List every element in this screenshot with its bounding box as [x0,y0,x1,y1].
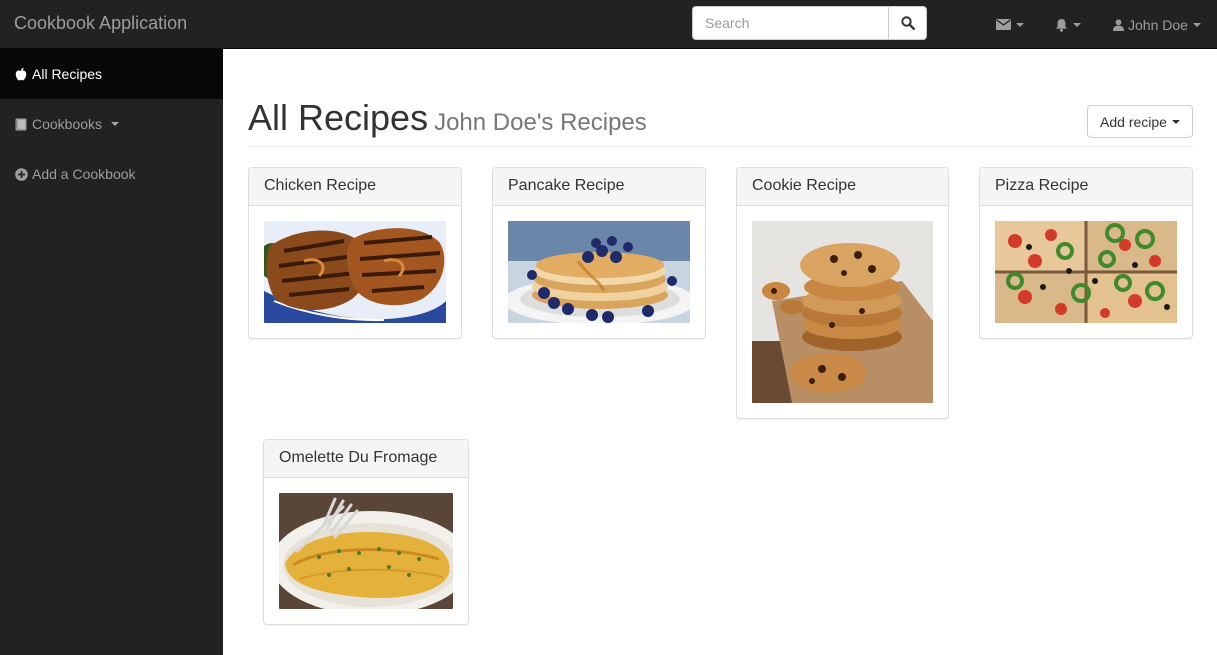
bell-icon [1056,18,1067,32]
sidebar: All Recipes Cookbooks Add a Cookbook [0,49,223,655]
add-recipe-label: Add recipe [1100,113,1167,130]
recipe-card[interactable]: Pancake Recipe [492,167,706,339]
recipe-title: Omelette Du Fromage [264,440,468,478]
app-brand[interactable]: Cookbook Application [14,13,187,34]
vegetable-pizza-photo [995,221,1177,323]
recipe-card[interactable]: Omelette Du Fromage [263,439,469,625]
sidebar-item-label: Cookbooks [32,116,103,132]
envelope-icon [996,19,1011,30]
search-icon [900,16,915,30]
recipe-card[interactable]: Cookie Recipe [736,167,949,419]
recipe-card[interactable]: Chicken Recipe [248,167,462,339]
page-title: All Recipes John Doe's Recipes [248,97,647,138]
grilled-chicken-photo [264,221,446,323]
user-name: John Doe [1128,16,1188,33]
main-content: All Recipes John Doe's Recipes Add recipe… [223,49,1217,655]
cheese-omelette-photo [279,493,453,609]
sidebar-item-label: Add a Cookbook [32,166,136,182]
sidebar-item-cookbooks[interactable]: Cookbooks [0,99,223,149]
page-header: All Recipes John Doe's Recipes [248,95,1193,147]
user-icon [1113,18,1124,31]
plus-circle-icon [14,167,28,181]
recipe-title: Pizza Recipe [980,168,1192,206]
recipe-card[interactable]: Pizza Recipe [979,167,1193,339]
top-navbar: Cookbook Application John Doe [0,0,1217,49]
search-input[interactable] [692,6,888,40]
add-recipe-button[interactable]: Add recipe [1087,105,1193,138]
blueberry-pancakes-photo [508,221,690,323]
page-subtitle: John Doe's Recipes [434,109,647,136]
chevron-down-icon [1171,119,1180,124]
sidebar-item-label: All Recipes [32,66,103,82]
search-form [692,6,927,40]
chevron-down-icon [111,122,120,126]
recipe-title: Pancake Recipe [493,168,705,206]
user-menu[interactable]: John Doe [1113,0,1201,49]
recipe-title: Chicken Recipe [249,168,461,206]
recipe-title: Cookie Recipe [737,168,948,206]
book-icon [14,117,28,131]
search-button[interactable] [888,6,927,40]
notifications-dropdown[interactable] [1055,0,1081,49]
sidebar-item-all-recipes[interactable]: All Recipes [0,49,223,99]
messages-dropdown[interactable] [996,0,1024,49]
sidebar-item-add-cookbook[interactable]: Add a Cookbook [0,149,223,199]
apple-icon [14,67,28,81]
chocolate-chip-cookies-photo [752,221,933,403]
